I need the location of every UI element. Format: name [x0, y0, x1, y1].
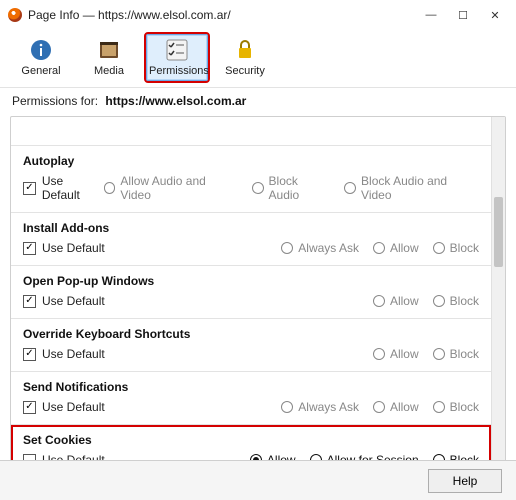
permissions-icon — [164, 37, 190, 63]
radio-icon — [281, 401, 293, 413]
section-send-notifications: Send Notifications Use Default Always As… — [11, 372, 491, 425]
section-title: Open Pop-up Windows — [23, 274, 479, 288]
checkbox-icon — [23, 295, 36, 308]
opt-block[interactable]: Block — [433, 241, 479, 255]
tab-permissions[interactable]: Permissions — [146, 34, 208, 81]
checkbox-icon — [23, 182, 36, 195]
titlebar: Page Info — https://www.elsol.com.ar/ — … — [0, 0, 516, 30]
section-title: Override Keyboard Shortcuts — [23, 327, 479, 341]
section-title: Set Cookies — [23, 433, 479, 447]
use-default-label: Use Default — [42, 294, 105, 308]
permissions-list-inner: Use Default Autoplay Use Default Allow A… — [11, 117, 491, 483]
section-autoplay: Autoplay Use Default Allow Audio and Vid… — [11, 146, 491, 213]
use-default-label: Use Default — [42, 241, 105, 255]
radio-icon — [281, 242, 293, 254]
tab-security[interactable]: Security — [214, 34, 276, 81]
window-controls: — ☐ ✕ — [424, 9, 502, 22]
opt-allow[interactable]: Allow — [373, 400, 419, 414]
footer: Help — [0, 460, 516, 500]
section-override-shortcuts: Override Keyboard Shortcuts Use Default … — [11, 319, 491, 372]
tab-permissions-label: Permissions — [149, 65, 205, 77]
scrollbar-thumb[interactable] — [494, 197, 503, 267]
permissions-header: Permissions for: https://www.elsol.com.a… — [0, 87, 516, 116]
checkbox-icon — [23, 242, 36, 255]
tab-media[interactable]: Media — [78, 34, 140, 81]
radio-icon — [433, 295, 445, 307]
opt-allow[interactable]: Allow — [373, 241, 419, 255]
opt-allow[interactable]: Allow — [373, 347, 419, 361]
close-button[interactable]: ✕ — [488, 9, 502, 22]
checkbox-icon — [23, 401, 36, 414]
section-truncated-top: Use Default — [11, 117, 491, 146]
radio-icon — [104, 182, 116, 194]
use-default-notifications[interactable]: Use Default — [23, 400, 105, 414]
permissions-header-url: https://www.elsol.com.ar — [105, 94, 246, 108]
checkbox-icon — [23, 348, 36, 361]
section-title: Install Add-ons — [23, 221, 479, 235]
tab-media-label: Media — [81, 65, 137, 77]
opt-always-ask[interactable]: Always Ask — [281, 241, 359, 255]
radio-icon — [373, 295, 385, 307]
radio-icon — [252, 182, 264, 194]
use-default-shortcuts[interactable]: Use Default — [23, 347, 105, 361]
opt-block-av[interactable]: Block Audio and Video — [344, 174, 479, 202]
section-install-addons: Install Add-ons Use Default Always Ask A… — [11, 213, 491, 266]
toolbar: General Media Permissions Security — [0, 30, 516, 87]
opt-block-audio[interactable]: Block Audio — [252, 174, 331, 202]
use-default-popups[interactable]: Use Default — [23, 294, 105, 308]
permissions-list: Use Default Autoplay Use Default Allow A… — [10, 116, 506, 484]
opt-always-ask[interactable]: Always Ask — [281, 400, 359, 414]
opt-allow[interactable]: Allow — [373, 294, 419, 308]
tab-general-label: General — [13, 65, 69, 77]
maximize-button[interactable]: ☐ — [456, 9, 470, 22]
media-icon — [96, 37, 122, 63]
scrollbar[interactable] — [491, 117, 505, 483]
help-button[interactable]: Help — [428, 469, 502, 493]
use-default-label: Use Default — [42, 174, 104, 202]
radio-icon — [433, 242, 445, 254]
opt-block[interactable]: Block — [433, 347, 479, 361]
section-title: Autoplay — [23, 154, 479, 168]
lock-icon — [232, 37, 258, 63]
radio-icon — [344, 182, 356, 194]
radio-icon — [373, 348, 385, 360]
section-open-popups: Open Pop-up Windows Use Default Allow Bl… — [11, 266, 491, 319]
radio-icon — [373, 242, 385, 254]
permissions-header-label: Permissions for: — [12, 94, 98, 108]
minimize-button[interactable]: — — [424, 9, 438, 22]
use-default-addons[interactable]: Use Default — [23, 241, 105, 255]
info-icon — [28, 37, 54, 63]
use-default-label: Use Default — [42, 400, 105, 414]
use-default-label: Use Default — [42, 347, 105, 361]
section-title: Send Notifications — [23, 380, 479, 394]
radio-icon — [433, 348, 445, 360]
use-default-autoplay[interactable]: Use Default — [23, 174, 104, 202]
radio-icon — [433, 401, 445, 413]
tab-general[interactable]: General — [10, 34, 72, 81]
radio-icon — [373, 401, 385, 413]
opt-allow-av[interactable]: Allow Audio and Video — [104, 174, 238, 202]
window-title: Page Info — https://www.elsol.com.ar/ — [28, 8, 424, 22]
firefox-icon — [8, 8, 22, 22]
opt-block[interactable]: Block — [433, 294, 479, 308]
opt-block[interactable]: Block — [433, 400, 479, 414]
tab-security-label: Security — [217, 65, 273, 77]
